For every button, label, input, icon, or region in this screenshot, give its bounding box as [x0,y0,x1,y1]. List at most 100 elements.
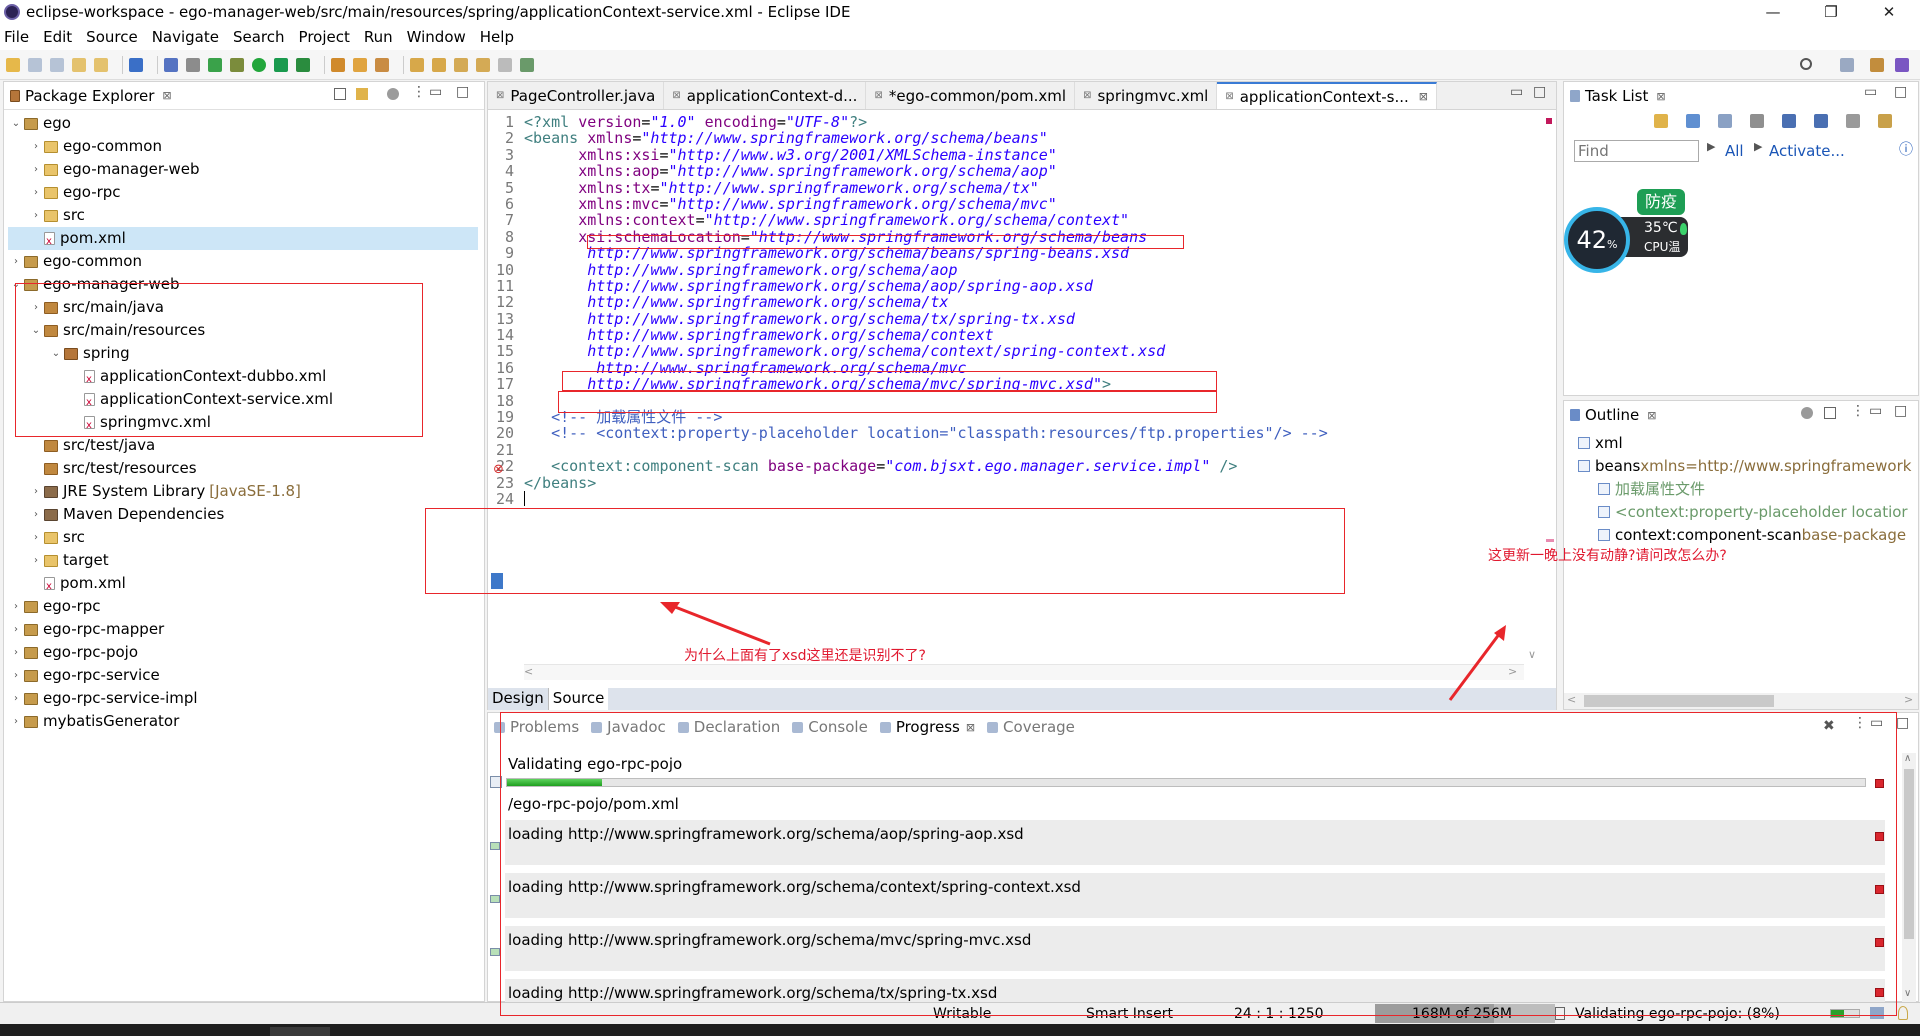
tree-item[interactable]: › ego-rpc-service-impl [8,687,478,710]
progress-scrollbar[interactable]: ∧ ∨ [1902,753,1916,1003]
taskbar-item[interactable] [270,1027,330,1036]
next-annotation-icon[interactable] [410,57,424,72]
skip-breakpoints-icon[interactable] [164,57,178,72]
minimize-editor-icon[interactable]: ▭ [1510,84,1523,100]
tree-item[interactable]: › ego-rpc-pojo [8,641,478,664]
minimize-view-icon[interactable]: ▭ [1869,403,1882,419]
code-line[interactable]: 20 <!-- <context:property-placeholder lo… [488,425,1518,442]
focus-icon[interactable] [1878,114,1892,128]
editor-tab[interactable]: ⊠ PageController.java [488,82,665,109]
minimize-button[interactable]: — [1750,0,1796,24]
minimize-view-icon[interactable]: ▭ [429,84,442,100]
code-line[interactable]: 21 [488,441,1518,458]
tree-item[interactable]: › Maven Dependencies [8,503,478,526]
code-line[interactable]: 6 xmlns:mvc="http://www.springframework.… [488,196,1518,213]
code-line[interactable]: 4 xmlns:aop="http://www.springframework.… [488,163,1518,180]
collapsed-chevron-icon[interactable]: › [28,526,44,549]
outline-item[interactable]: beans xmlns=http://www.springframework [1568,454,1918,477]
collapsed-chevron-icon[interactable]: › [8,687,24,710]
external-tools-icon[interactable] [296,57,310,72]
editor-tab[interactable]: ⊠ *ego-common/pom.xml [866,82,1076,109]
collapse-all-icon[interactable] [1814,114,1828,128]
expanded-chevron-icon[interactable]: ⌄ [8,112,24,135]
tree-item[interactable]: › ego-rpc-service [8,664,478,687]
categorize-icon[interactable] [1686,114,1700,128]
scroll-left-icon[interactable]: < [1567,693,1576,706]
collapsed-chevron-icon[interactable]: › [28,204,44,227]
previous-annotation-icon[interactable] [432,57,446,72]
terminal-icon[interactable] [129,57,143,72]
outline-item[interactable]: xml [1568,431,1918,454]
tree-item[interactable]: › src [8,526,478,549]
menu-search[interactable]: Search [233,28,285,46]
back-icon[interactable] [476,57,490,72]
editor-tab[interactable]: ⊠ applicationContext-s... ⊠ [1217,82,1437,109]
code-line[interactable]: 13 http://www.springframework.org/schema… [488,310,1518,327]
build-icon[interactable] [186,57,200,72]
menu-source[interactable]: Source [86,28,138,46]
scroll-down-icon[interactable]: ∨ [1528,648,1536,661]
tree-item[interactable]: › ego-manager-web [8,158,478,181]
source-tab[interactable]: Source [548,688,609,710]
maximize-view-icon[interactable]: □ [1896,715,1909,731]
tree-item[interactable]: src/test/resources [8,457,478,480]
collapsed-chevron-icon[interactable]: › [28,135,44,158]
close-icon[interactable]: ⊠ [162,89,171,102]
collapsed-chevron-icon[interactable]: › [28,181,44,204]
code-line[interactable]: 12 http://www.springframework.org/schema… [488,294,1518,311]
collapsed-chevron-icon[interactable]: › [28,158,44,181]
help-icon[interactable]: ⓘ [1899,139,1913,159]
editor-tab[interactable]: ⊠ applicationContext-d... [664,82,867,109]
progress-scroll-thumb[interactable] [1904,769,1914,939]
code-line[interactable]: 10 http://www.springframework.org/schema… [488,261,1518,278]
collapsed-chevron-icon[interactable]: › [8,595,24,618]
code-line[interactable]: 11 http://www.springframework.org/schema… [488,278,1518,295]
hide-completed-icon[interactable] [1782,114,1796,128]
maximize-view-icon[interactable]: □ [1894,403,1907,419]
outline-item[interactable]: <context:property-placeholder locatior [1568,500,1918,523]
schedule-icon[interactable] [1718,114,1732,128]
scroll-up-icon[interactable]: ∧ [1904,753,1911,764]
forward-icon[interactable] [498,57,512,72]
tree-item[interactable]: pom.xml [8,572,478,598]
menu-project[interactable]: Project [299,28,350,46]
save-icon[interactable] [28,57,42,72]
minimize-view-icon[interactable]: ▭ [1864,84,1877,100]
maximize-editor-icon[interactable]: □ [1533,84,1546,100]
tree-item[interactable]: ⌄ ego [8,112,478,135]
code-line[interactable]: 22 <context:component-scan base-package=… [488,458,1518,475]
filter-icon[interactable] [1750,114,1764,128]
collapsed-chevron-icon[interactable]: › [28,503,44,526]
menu-file[interactable]: File [4,28,29,46]
outline-scrollbar[interactable]: < > [1564,693,1918,709]
menu-navigate[interactable]: Navigate [152,28,219,46]
collapsed-chevron-icon[interactable]: › [8,250,24,273]
new-icon[interactable] [6,57,20,72]
maximize-view-icon[interactable]: □ [1894,84,1907,100]
sort-icon[interactable] [1801,407,1813,419]
code-line[interactable]: 3 xmlns:xsi="http://www.w3.org/2001/XMLS… [488,146,1518,163]
tree-item[interactable]: › ego-rpc [8,181,478,204]
collapsed-chevron-icon[interactable]: › [8,641,24,664]
close-icon[interactable]: ⊠ [1647,409,1656,422]
close-button[interactable]: ✕ [1866,0,1912,24]
new-java-package-icon[interactable] [331,57,345,72]
close-icon[interactable]: ⊠ [1656,90,1665,103]
refresh-icon[interactable] [208,57,222,72]
view-menu-icon[interactable]: ⋮ [412,84,426,100]
collapsed-chevron-icon[interactable]: › [8,710,24,733]
outline-item[interactable]: context:component-scan base-package [1568,523,1918,546]
view-menu-icon[interactable]: ⋮ [1851,403,1865,419]
design-tab[interactable]: Design [488,688,549,710]
tree-item[interactable]: src/test/java [8,434,478,457]
close-tab-icon[interactable]: ⊠ [1419,90,1428,103]
search-icon[interactable] [1800,58,1812,70]
open-perspective-icon[interactable] [1840,58,1854,72]
new-task-icon[interactable] [1654,114,1668,128]
editor-tab[interactable]: ⊠ springmvc.xml [1075,82,1218,109]
scroll-down-icon[interactable]: ∨ [1904,988,1911,999]
open-type-icon[interactable] [72,57,86,72]
activate-link[interactable]: Activate... [1769,142,1845,160]
link-with-editor-icon[interactable] [356,88,368,100]
notification-icon[interactable] [1898,1006,1908,1020]
